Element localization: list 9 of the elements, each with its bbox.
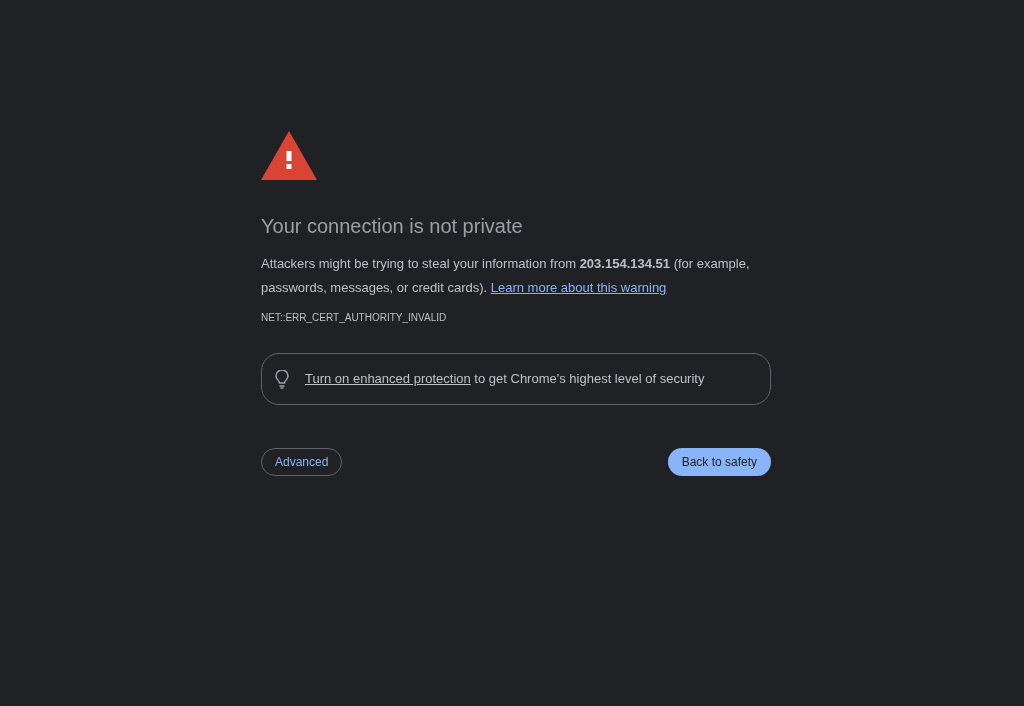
enhanced-protection-link[interactable]: Turn on enhanced protection (305, 371, 471, 387)
warning-icon (261, 131, 317, 180)
learn-more-link[interactable]: Learn more about this warning (490, 280, 667, 295)
warning-message: Attackers might be trying to steal your information from 203.154.134.51 (for example, passwords, messages, or credit cards). Learn more about this warning (261, 255, 751, 297)
page-heading: Your connection is not private (261, 214, 524, 239)
error-code: NET::ERR_CERT_AUTHORITY_INVALID (261, 311, 448, 325)
back-to-safety-button[interactable]: Back to safety (667, 448, 771, 476)
lightbulb-icon (275, 369, 289, 389)
protection-text: Turn on enhanced protection to get Chrome's highest level of security (305, 370, 705, 389)
